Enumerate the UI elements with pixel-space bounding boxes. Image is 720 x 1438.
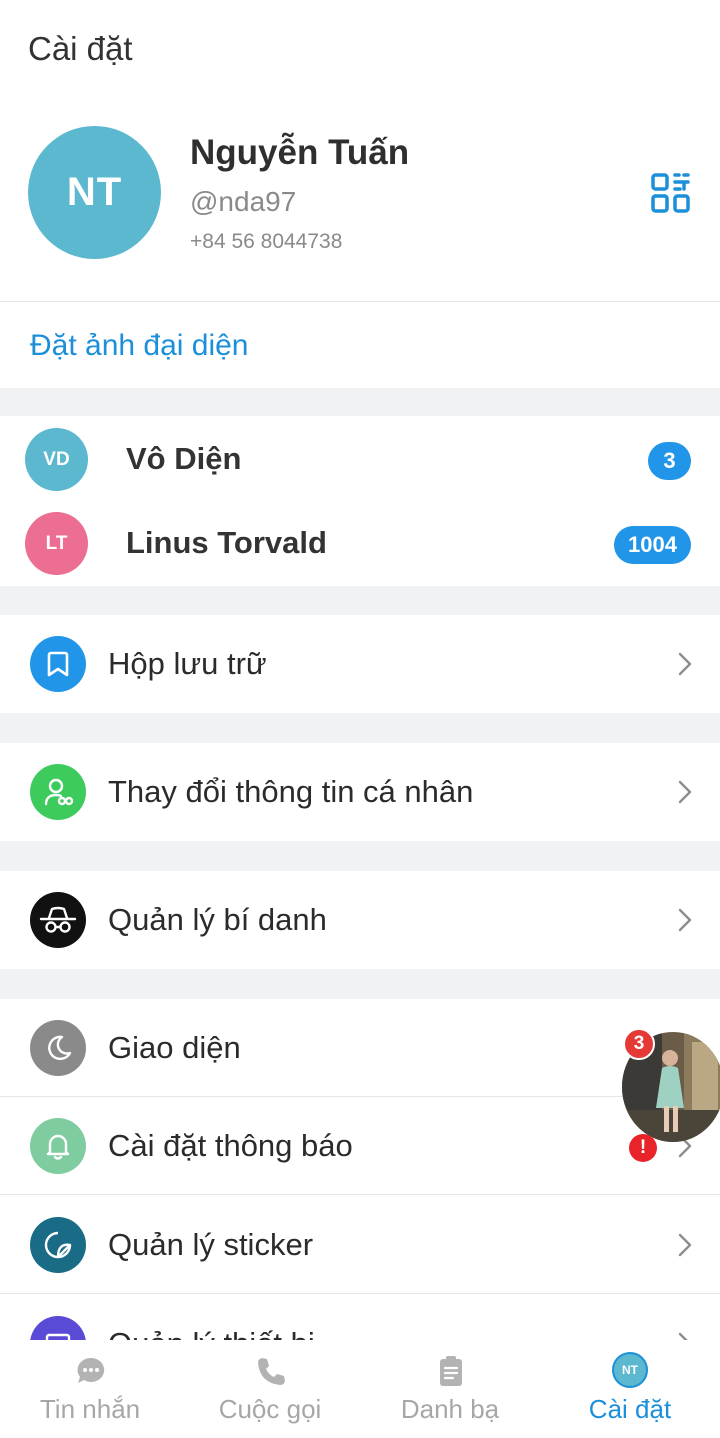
account-item[interactable]: VD Vô Diện 3 bbox=[0, 416, 720, 500]
tab-contacts[interactable]: Danh bạ bbox=[360, 1340, 540, 1438]
user-edit-icon bbox=[30, 764, 86, 820]
set-avatar-row[interactable]: Đặt ảnh đại diện bbox=[0, 302, 720, 388]
tab-messages[interactable]: Tin nhắn bbox=[0, 1340, 180, 1438]
bell-icon bbox=[30, 1118, 86, 1174]
incognito-icon bbox=[30, 892, 86, 948]
unread-badge: 1004 bbox=[614, 526, 691, 564]
tab-label: Cài đặt bbox=[588, 1394, 672, 1424]
sticker-icon bbox=[30, 1217, 86, 1273]
section-gap bbox=[0, 841, 720, 871]
account-item[interactable]: LT Linus Torvald 1004 bbox=[0, 500, 720, 584]
bottom-tab-bar: Tin nhắn Cuộc gọi Danh bạ NT Cài đặt bbox=[0, 1340, 720, 1438]
bubble-unread-badge: 3 bbox=[623, 1028, 655, 1060]
tab-calls[interactable]: Cuộc gọi bbox=[180, 1340, 360, 1438]
set-avatar-link[interactable]: Đặt ảnh đại diện bbox=[30, 329, 249, 363]
contacts-icon bbox=[434, 1354, 468, 1388]
tab-label: Danh bạ bbox=[400, 1394, 500, 1424]
section-gap bbox=[0, 586, 720, 615]
bookmark-icon bbox=[30, 636, 86, 692]
accounts-list: VD Vô Diện 3 LT Linus Torvald 1004 bbox=[0, 416, 720, 586]
profile-name: Nguyễn Tuấn bbox=[190, 133, 410, 172]
account-name: Linus Torvald bbox=[126, 525, 327, 560]
menu-item-label: Giao diện bbox=[108, 1030, 241, 1065]
menu-item-label: Cài đặt thông báo bbox=[108, 1128, 353, 1163]
divider bbox=[0, 1194, 720, 1195]
account-name: Vô Diện bbox=[126, 441, 242, 476]
menu-item-appearance[interactable]: Giao diện bbox=[0, 999, 720, 1097]
qr-code-icon[interactable] bbox=[648, 172, 692, 216]
alert-icon: ! bbox=[629, 1134, 657, 1162]
menu-item-label: Quản lý bí danh bbox=[108, 902, 327, 937]
section-gap bbox=[0, 713, 720, 743]
section-gap bbox=[0, 388, 720, 416]
account-avatar: LT bbox=[25, 512, 88, 575]
divider bbox=[0, 1293, 720, 1294]
menu-item-label: Quản lý sticker bbox=[108, 1227, 314, 1262]
unread-badge: 3 bbox=[648, 442, 691, 480]
chat-icon bbox=[74, 1354, 108, 1388]
menu-item-edit-profile[interactable]: Thay đổi thông tin cá nhân bbox=[0, 743, 720, 841]
menu-item-label: Hộp lưu trữ bbox=[108, 646, 267, 681]
profile-phone: +84 56 8044738 bbox=[190, 230, 343, 253]
menu-item-notifications[interactable]: Cài đặt thông báo bbox=[0, 1097, 720, 1195]
menu-item-label: Thay đổi thông tin cá nhân bbox=[108, 774, 474, 809]
profile-avatar[interactable]: NT bbox=[28, 126, 161, 259]
chevron-right-icon bbox=[676, 779, 694, 805]
moon-icon bbox=[30, 1020, 86, 1076]
tab-label: Tin nhắn bbox=[39, 1394, 141, 1424]
menu-item-archive[interactable]: Hộp lưu trữ bbox=[0, 615, 720, 713]
phone-icon bbox=[254, 1354, 288, 1388]
profile-username: @nda97 bbox=[190, 186, 297, 217]
chevron-right-icon bbox=[676, 1232, 694, 1258]
profile-card[interactable]: NT Nguyễn Tuấn @nda97 +84 56 8044738 bbox=[0, 100, 720, 302]
page-title: Cài đặt bbox=[28, 30, 133, 67]
chevron-right-icon bbox=[676, 907, 694, 933]
account-avatar: VD bbox=[25, 428, 88, 491]
menu-item-alias[interactable]: Quản lý bí danh bbox=[0, 871, 720, 969]
chevron-right-icon bbox=[676, 651, 694, 677]
avatar: NT bbox=[612, 1352, 648, 1388]
tab-label: Cuộc gọi bbox=[218, 1394, 322, 1424]
section-gap bbox=[0, 969, 720, 999]
tab-settings[interactable]: NT Cài đặt bbox=[540, 1340, 720, 1438]
menu-item-stickers[interactable]: Quản lý sticker bbox=[0, 1196, 720, 1294]
app-header: Cài đặt bbox=[0, 0, 720, 100]
